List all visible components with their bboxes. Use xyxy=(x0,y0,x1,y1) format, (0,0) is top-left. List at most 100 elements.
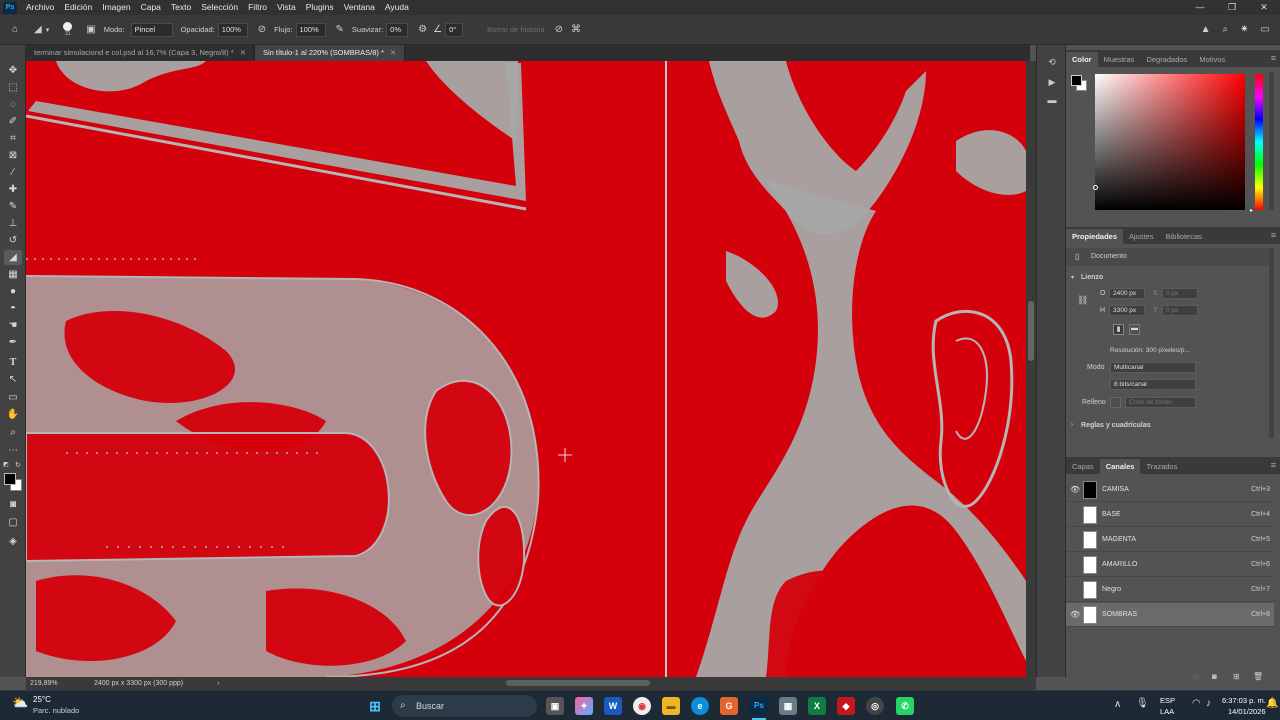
trash-icon[interactable]: 🗑 xyxy=(1253,672,1263,681)
save-selection-icon[interactable]: ◙ xyxy=(1212,672,1217,681)
tab-color[interactable]: Color xyxy=(1066,52,1098,67)
chevron-right-icon[interactable]: › xyxy=(1071,422,1073,428)
tab-canales[interactable]: Canales xyxy=(1099,459,1141,474)
brush-settings-icon[interactable]: ▣ xyxy=(86,24,95,35)
quick-mask-icon[interactable]: ◙ xyxy=(4,497,22,512)
chevron-down-icon[interactable]: ▾ xyxy=(46,26,50,34)
chrome-icon[interactable]: ◉ xyxy=(633,697,651,715)
menu-vista[interactable]: Vista xyxy=(272,0,301,15)
color-picker-marker[interactable] xyxy=(1093,185,1098,190)
weather-icon[interactable]: ⛅ xyxy=(12,695,28,711)
windows-start-icon[interactable]: ⊞ xyxy=(366,697,384,715)
eye-icon[interactable]: 👁 xyxy=(1070,485,1080,494)
borrar-historia-checkbox[interactable]: Borrar de historia xyxy=(487,25,545,34)
crop-tool-icon[interactable]: ⌗ xyxy=(4,131,22,146)
load-selection-icon[interactable]: ◌ xyxy=(1194,672,1199,681)
home-icon[interactable]: ⌂ xyxy=(12,24,18,35)
airbrush-icon[interactable]: ✎ xyxy=(336,24,344,35)
notification-icon[interactable]: 🔔 xyxy=(1266,698,1278,709)
gradient-tool-icon[interactable]: ▦ xyxy=(4,267,22,282)
menu-ayuda[interactable]: Ayuda xyxy=(380,0,414,15)
tab-degradados[interactable]: Degradados xyxy=(1140,52,1193,67)
panel-menu-icon[interactable]: ≡ xyxy=(1271,230,1276,240)
search-icon[interactable]: ⌕ xyxy=(1223,24,1229,35)
eye-icon[interactable]: 👁 xyxy=(1070,610,1080,619)
volume-icon[interactable]: ♪ xyxy=(1206,698,1211,709)
path-select-tool-icon[interactable]: ↖ xyxy=(4,372,22,387)
close-icon[interactable]: ✕ xyxy=(390,48,396,57)
tab-bibliotecas[interactable]: Bibliotecas xyxy=(1160,229,1208,244)
rectangle-tool-icon[interactable]: ▭ xyxy=(4,390,22,405)
brush-tool-icon[interactable]: ✎ xyxy=(4,199,22,214)
tab-terminar-simulacion[interactable]: terminar simulaciond e col.psd al 16,7% … xyxy=(26,45,255,61)
tab-muestras[interactable]: Muestras xyxy=(1098,52,1141,67)
comment-icon[interactable]: ▬ xyxy=(1044,95,1060,109)
panel-menu-icon[interactable]: ≡ xyxy=(1271,460,1276,470)
hue-slider[interactable] xyxy=(1255,74,1263,210)
quick-select-tool-icon[interactable]: ✐ xyxy=(4,114,22,129)
height-field[interactable]: 3300 px xyxy=(1109,305,1145,316)
color-field[interactable] xyxy=(1095,74,1245,210)
modo-select[interactable]: Pincel xyxy=(130,22,173,37)
tab-capas[interactable]: Capas xyxy=(1066,459,1100,474)
close-window-button[interactable]: ✕ xyxy=(1248,0,1280,15)
discover-icon[interactable]: ✷ xyxy=(1240,24,1248,35)
edge-icon[interactable]: e xyxy=(691,697,709,715)
copilot-icon[interactable]: ✦ xyxy=(575,697,593,715)
hue-slider-marker[interactable]: ▸ xyxy=(1250,207,1253,214)
x-field[interactable]: 0 px xyxy=(1162,288,1198,299)
close-icon[interactable]: ✕ xyxy=(240,48,246,57)
more-tools-icon[interactable]: ⋯ xyxy=(4,443,22,458)
menu-filtro[interactable]: Filtro xyxy=(243,0,272,15)
channel-row-negro[interactable]: Negro Ctrl+7 xyxy=(1066,578,1274,602)
zoom-tool-icon[interactable]: ⌕ xyxy=(4,425,22,440)
file-explorer-icon[interactable]: ▬ xyxy=(662,697,680,715)
tab-ajustes[interactable]: Ajustes xyxy=(1123,229,1160,244)
status-arrow[interactable]: › xyxy=(217,680,219,687)
microphone-icon[interactable]: 🎙 xyxy=(1136,698,1149,709)
tab-propiedades[interactable]: Propiedades xyxy=(1066,229,1124,244)
reglas-section-title[interactable]: Reglas y cuadrículas xyxy=(1081,422,1151,429)
photoshop-taskbar-icon[interactable]: Ps xyxy=(750,697,768,715)
chevron-up-icon[interactable]: ∧ xyxy=(1114,699,1121,710)
lienzo-section-title[interactable]: Lienzo xyxy=(1081,274,1103,281)
opacidad-field[interactable]: 100% xyxy=(217,22,248,37)
width-field[interactable]: 2400 px xyxy=(1109,288,1145,299)
symmetry-icon[interactable]: ⌘ xyxy=(571,24,581,35)
portrait-orientation-icon[interactable]: ▮ xyxy=(1113,324,1124,335)
color-panel-scrollbar[interactable] xyxy=(1269,72,1274,210)
swap-colors-icon[interactable]: ↻ xyxy=(15,461,21,469)
screen-mode-icon[interactable]: ▢ xyxy=(4,515,22,530)
tab-motivos[interactable]: Motivos xyxy=(1193,52,1231,67)
relleno-swatch[interactable] xyxy=(1110,397,1121,408)
horizontal-scrollbar[interactable] xyxy=(506,680,650,686)
tab-trazados[interactable]: Trazados xyxy=(1140,459,1183,474)
blur-tool-icon[interactable]: ● xyxy=(4,284,22,299)
pressure-opacity-icon[interactable]: ⊘ xyxy=(258,24,266,35)
lang-primary[interactable]: ESP xyxy=(1160,696,1175,705)
menu-seleccion[interactable]: Selección xyxy=(196,0,243,15)
taskbar-search[interactable]: ⌕ Buscar xyxy=(392,695,537,717)
brush-preset-picker[interactable]: 31 xyxy=(63,21,73,38)
menu-imagen[interactable]: Imagen xyxy=(97,0,135,15)
landscape-orientation-icon[interactable]: ▬ xyxy=(1129,324,1140,335)
properties-scrollbar[interactable] xyxy=(1269,248,1274,438)
eraser-tool-icon[interactable]: ◢ xyxy=(4,250,22,265)
document-canvas[interactable] xyxy=(26,61,1026,677)
zoom-level[interactable]: 219,89% xyxy=(30,680,80,687)
modo-select[interactable]: Multicanal xyxy=(1110,362,1196,373)
lasso-tool-icon[interactable]: ◌ xyxy=(4,97,22,112)
hand-tool-icon[interactable]: ✋ xyxy=(4,407,22,422)
edit-toolbar-icon[interactable]: ◈ xyxy=(4,534,22,549)
vertical-scrollbar[interactable] xyxy=(1026,61,1036,677)
tab-sin-titulo[interactable]: Sin título-1 al 220% (SOMBRAS/8) * ✕ xyxy=(254,45,406,61)
calculator-icon[interactable]: ▦ xyxy=(779,697,797,715)
channel-row-base[interactable]: BASE Ctrl+4 xyxy=(1066,503,1274,527)
workspace-icon[interactable]: ▭ xyxy=(1261,24,1270,35)
gear-icon[interactable]: ⚙ xyxy=(418,24,427,35)
eyedropper-tool-icon[interactable]: ⁄ xyxy=(4,165,22,180)
frame-tool-icon[interactable]: ⊠ xyxy=(4,148,22,163)
maximize-button[interactable]: ❐ xyxy=(1216,0,1248,15)
chevron-down-icon[interactable]: ▾ xyxy=(1071,274,1074,281)
dodge-tool-icon[interactable]: ◓ xyxy=(4,301,22,316)
